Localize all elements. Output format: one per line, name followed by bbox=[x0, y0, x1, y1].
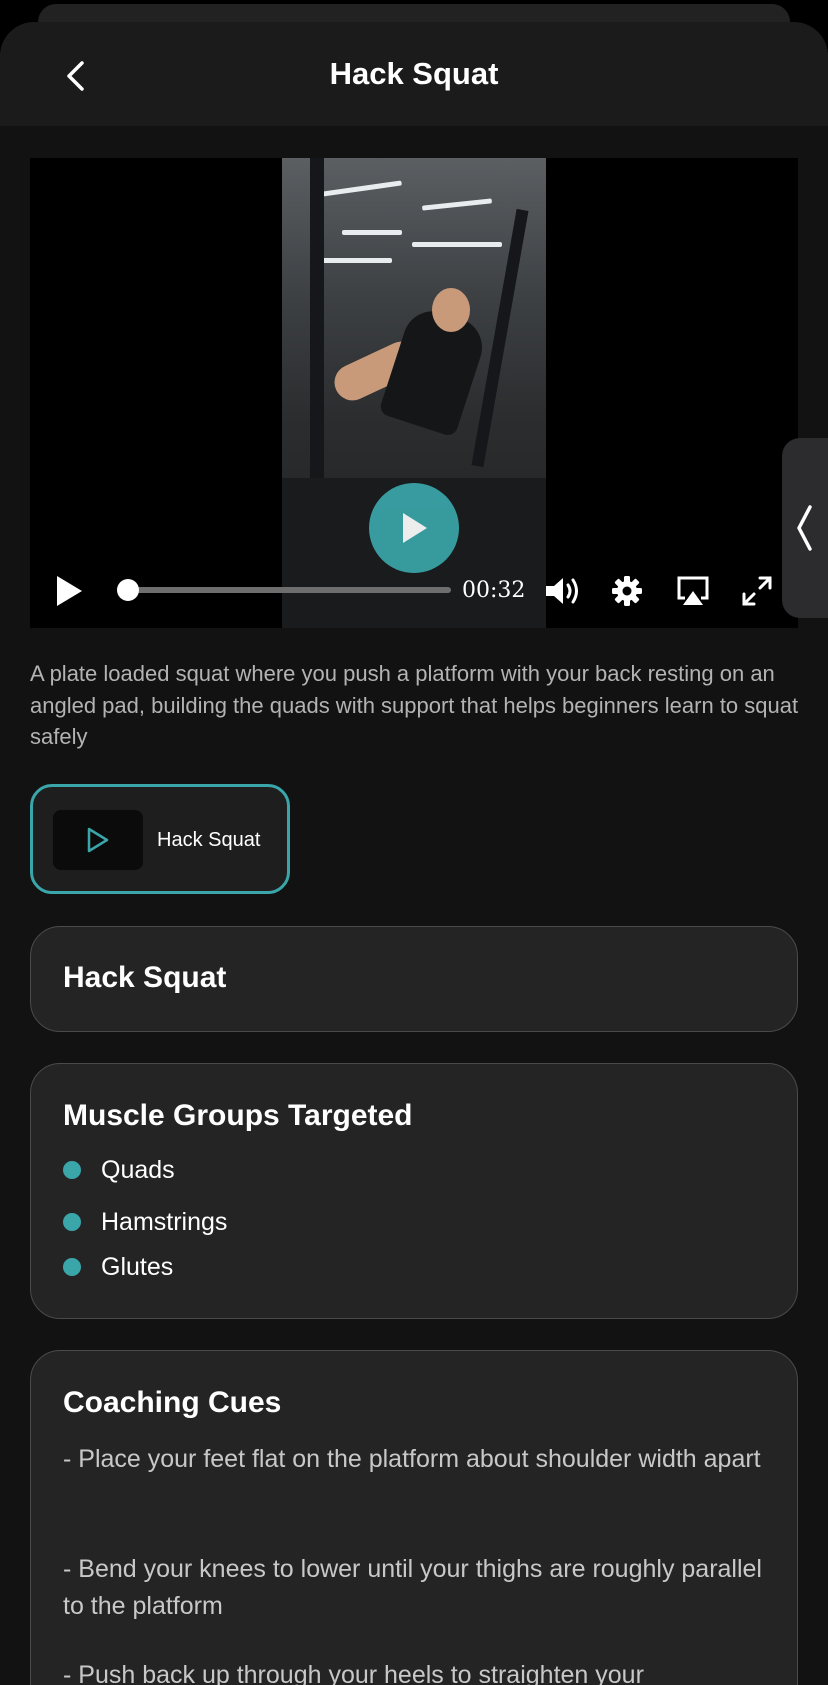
play-icon bbox=[403, 513, 427, 543]
progress-scrubber[interactable] bbox=[117, 579, 139, 601]
volume-button[interactable] bbox=[543, 572, 583, 610]
chevron-left-icon bbox=[797, 505, 812, 551]
exercise-sheet: Hack Squat 00:32 A plate loaded squat wh… bbox=[0, 22, 828, 1685]
play-button[interactable] bbox=[50, 572, 88, 610]
ceiling-light bbox=[322, 180, 402, 197]
volume-icon bbox=[546, 578, 578, 604]
bullet-dot bbox=[63, 1213, 81, 1231]
progress-bar[interactable] bbox=[117, 579, 451, 601]
exercise-name-card: Hack Squat bbox=[30, 926, 798, 1032]
cue-text: - Push back up through your heels to str… bbox=[63, 1661, 644, 1685]
coaching-cues-card: Coaching Cues - Place your feet flat on … bbox=[30, 1350, 798, 1685]
video-player[interactable]: 00:32 bbox=[30, 158, 798, 628]
athlete-head bbox=[432, 288, 470, 332]
side-drawer-tab[interactable] bbox=[782, 438, 828, 618]
muscle-groups-title: Muscle Groups Targeted bbox=[63, 1099, 413, 1132]
chip-thumbnail bbox=[53, 810, 143, 870]
coaching-cues-title: Coaching Cues bbox=[63, 1386, 282, 1419]
chip-label: Hack Squat bbox=[157, 829, 261, 851]
ceiling-light bbox=[342, 230, 402, 235]
list-item: Glutes bbox=[63, 1251, 173, 1283]
muscle-groups-card: Muscle Groups Targeted Quads Hamstrings … bbox=[30, 1063, 798, 1319]
bullet-dot bbox=[63, 1161, 81, 1179]
ceiling-light bbox=[322, 258, 392, 263]
bullet-dot bbox=[63, 1258, 81, 1276]
gear-icon bbox=[612, 576, 642, 606]
cue-text: - Bend your knees to lower until your th… bbox=[63, 1555, 762, 1620]
rack-post bbox=[310, 158, 324, 518]
cue-text: - Place your feet flat on the platform a… bbox=[63, 1445, 761, 1473]
athlete-body bbox=[378, 303, 490, 438]
muscle-name: Quads bbox=[101, 1155, 175, 1184]
muscle-name: Glutes bbox=[101, 1252, 174, 1281]
page-title: Hack Squat bbox=[329, 56, 499, 91]
play-icon bbox=[87, 827, 109, 853]
list-item: Hamstrings bbox=[63, 1206, 227, 1238]
list-item: Quads bbox=[63, 1154, 175, 1186]
muscle-name: Hamstrings bbox=[101, 1207, 228, 1236]
airplay-button[interactable] bbox=[674, 572, 712, 610]
play-icon bbox=[57, 576, 82, 606]
ceiling-light bbox=[412, 242, 502, 247]
settings-button[interactable] bbox=[608, 572, 646, 610]
airplay-icon bbox=[677, 576, 709, 605]
exercise-name: Hack Squat bbox=[63, 961, 227, 994]
video-chip[interactable]: Hack Squat bbox=[30, 784, 290, 894]
header-bar: Hack Squat bbox=[0, 22, 828, 126]
ceiling-light bbox=[421, 198, 493, 211]
fullscreen-button[interactable] bbox=[738, 572, 776, 610]
fullscreen-icon bbox=[742, 576, 772, 606]
exercise-description: A plate loaded squat where you push a pl… bbox=[30, 661, 799, 749]
center-play-button[interactable] bbox=[369, 483, 459, 573]
